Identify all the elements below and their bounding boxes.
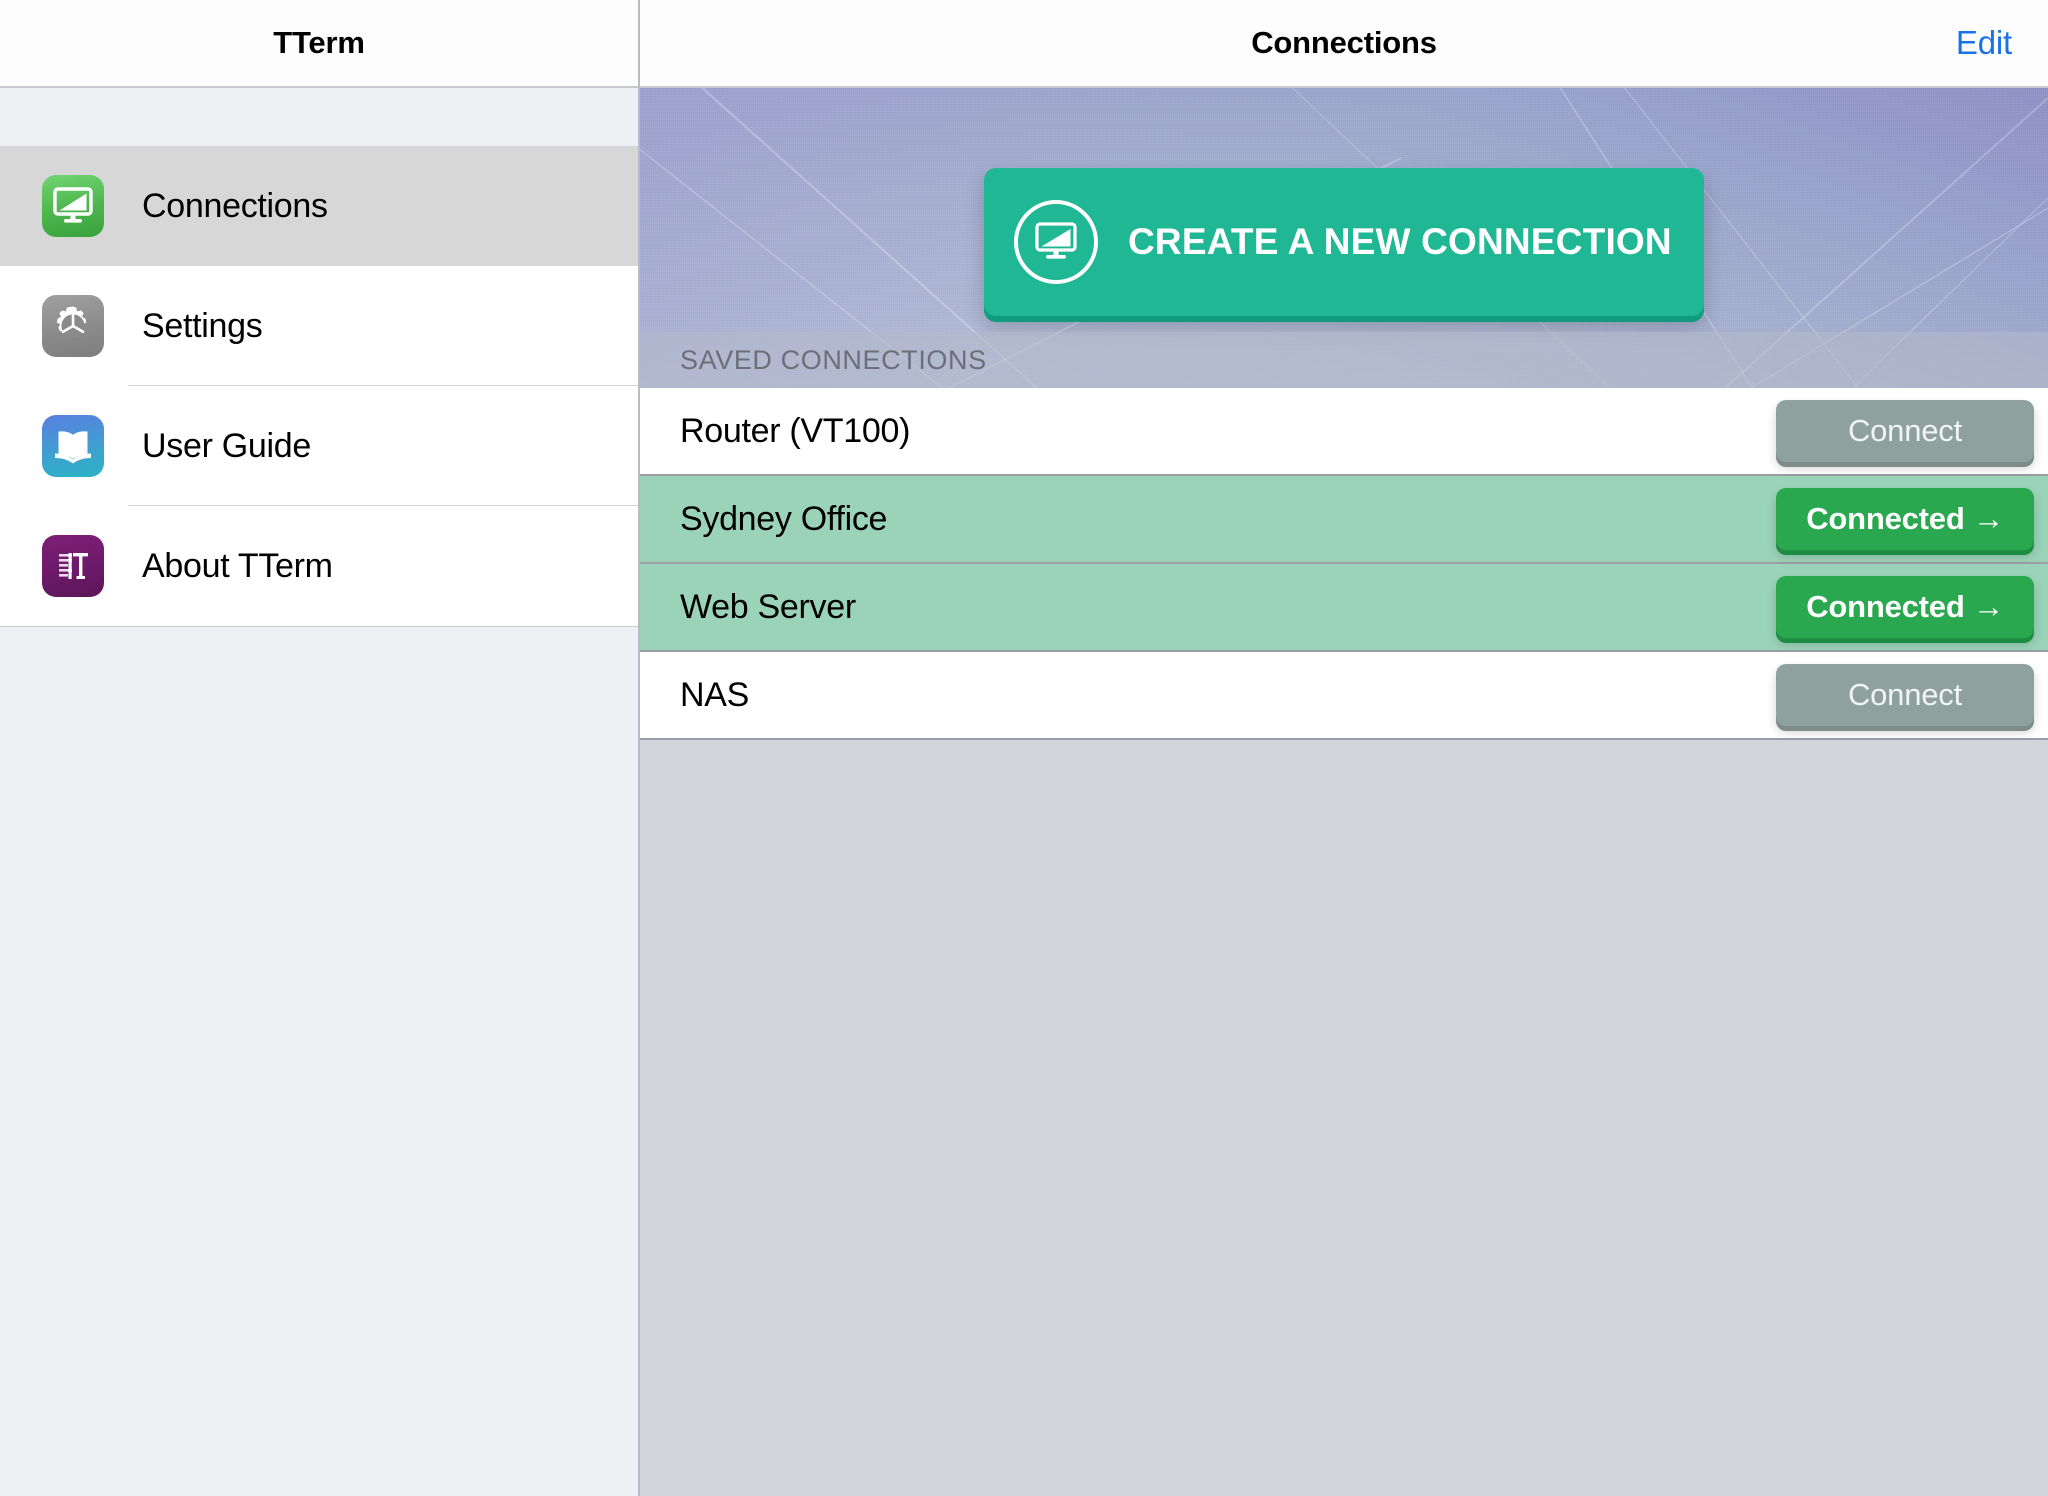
connections-list: Router (VT100) Connect Sydney Office Con… bbox=[640, 388, 2048, 740]
sidebar-item-label: User Guide bbox=[142, 426, 311, 465]
create-new-connection-button[interactable]: CREATE A NEW CONNECTION bbox=[984, 168, 1704, 316]
connected-button[interactable]: Connected → bbox=[1776, 576, 2034, 638]
sidebar-item-connections[interactable]: Connections bbox=[0, 146, 638, 266]
page-title: Connections bbox=[1251, 25, 1437, 60]
sidebar: TTerm Connections Settings User Guide Ab… bbox=[0, 0, 640, 1496]
sidebar-navbar: TTerm bbox=[0, 0, 638, 88]
sidebar-top-spacer bbox=[0, 88, 638, 146]
table-row[interactable]: NAS Connect bbox=[640, 652, 2048, 740]
connection-name: Web Server bbox=[680, 587, 856, 626]
table-row[interactable]: Sydney Office Connected → bbox=[640, 476, 2048, 564]
sidebar-item-about-tterm[interactable]: About TTerm bbox=[0, 506, 638, 626]
gear-icon bbox=[42, 295, 104, 357]
monitor-icon bbox=[42, 175, 104, 237]
table-row[interactable]: Web Server Connected → bbox=[640, 564, 2048, 652]
tterm-logo-icon bbox=[42, 535, 104, 597]
book-icon bbox=[42, 415, 104, 477]
sidebar-nav-list: Connections Settings User Guide About TT… bbox=[0, 146, 638, 626]
sidebar-item-label: About TTerm bbox=[142, 546, 333, 585]
connected-button[interactable]: Connected → bbox=[1776, 488, 2034, 550]
app-root: TTerm Connections Settings User Guide Ab… bbox=[0, 0, 2048, 1496]
detail-navbar: Connections Edit bbox=[640, 0, 2048, 88]
edit-button[interactable]: Edit bbox=[1956, 24, 2012, 62]
connection-name: NAS bbox=[680, 675, 750, 714]
sidebar-item-label: Settings bbox=[142, 306, 263, 345]
monitor-in-circle-icon bbox=[1014, 200, 1098, 284]
app-title: TTerm bbox=[273, 25, 365, 60]
section-header-label: SAVED CONNECTIONS bbox=[680, 344, 987, 375]
hero-wallpaper: CREATE A NEW CONNECTION SAVED CONNECTION… bbox=[640, 88, 2048, 388]
saved-connections-header: SAVED CONNECTIONS bbox=[640, 332, 2048, 388]
sidebar-item-settings[interactable]: Settings bbox=[0, 266, 638, 386]
sidebar-item-label: Connections bbox=[142, 186, 328, 225]
list-empty-area bbox=[640, 740, 2048, 1496]
connection-name: Router (VT100) bbox=[680, 411, 911, 450]
detail-pane: Connections Edit CREATE A NEW CONNECTION… bbox=[640, 0, 2048, 1496]
connection-name: Sydney Office bbox=[680, 499, 888, 538]
table-row[interactable]: Router (VT100) Connect bbox=[640, 388, 2048, 476]
connect-button[interactable]: Connect bbox=[1776, 400, 2034, 462]
sidebar-empty-area bbox=[0, 626, 638, 1496]
create-button-label: CREATE A NEW CONNECTION bbox=[1128, 221, 1672, 262]
sidebar-item-user-guide[interactable]: User Guide bbox=[0, 386, 638, 506]
connect-button[interactable]: Connect bbox=[1776, 664, 2034, 726]
